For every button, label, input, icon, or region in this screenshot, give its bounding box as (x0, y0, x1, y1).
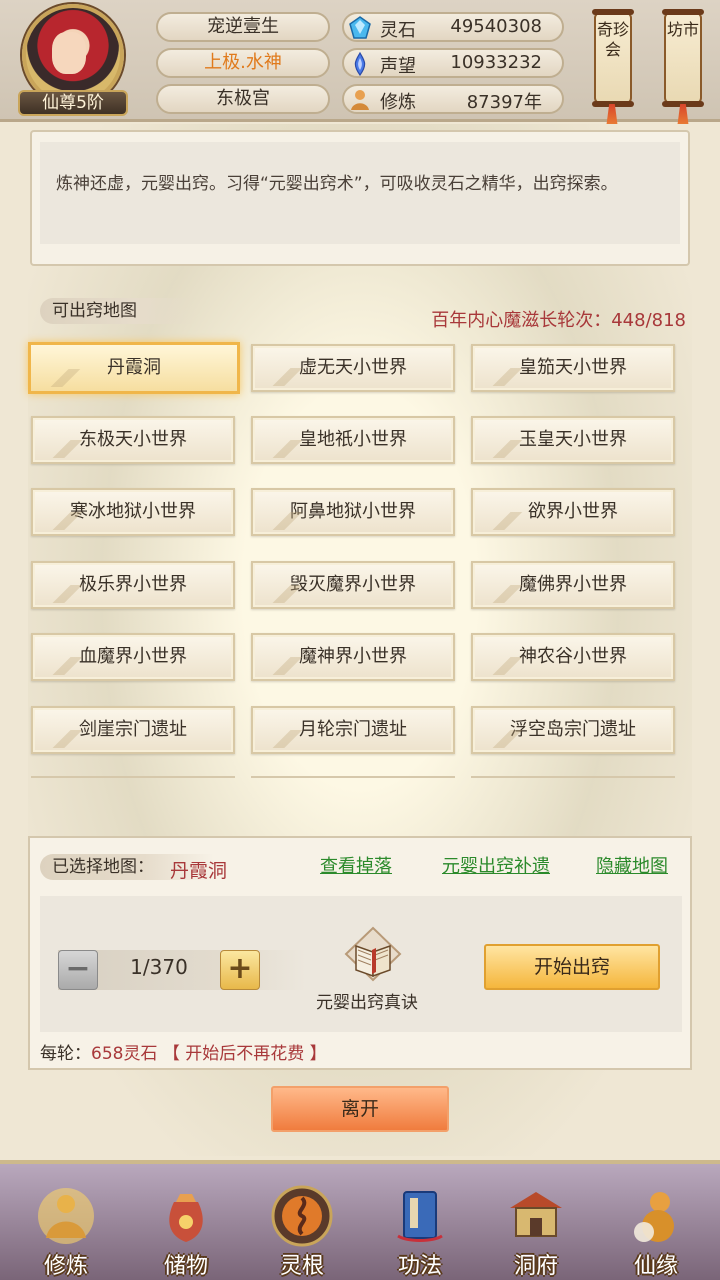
mountain-decoration (259, 440, 319, 458)
mountain-decoration (479, 368, 539, 386)
map-button[interactable]: 浮空岛宗门遗址 (471, 706, 675, 754)
mountain-decoration (39, 440, 99, 458)
increase-button[interactable]: + (220, 950, 260, 990)
stat-cultivation: 修炼 87397年 (342, 84, 564, 114)
storage-bag-icon (169, 1194, 203, 1242)
avatar-face (52, 32, 86, 74)
mountain-decoration (479, 730, 539, 748)
spirit-root-icon (271, 1185, 333, 1247)
nav-cave[interactable]: 洞府 (486, 1168, 586, 1279)
mountain-decoration (39, 585, 99, 603)
mountain-decoration (37, 369, 97, 387)
scripture-book-icon (397, 1191, 443, 1242)
mountain-decoration (259, 657, 319, 675)
nav-storage[interactable]: 储物 (136, 1168, 236, 1279)
description-text: 炼神还虚，元婴出窍。习得“元婴出窍术”，可吸收灵石之精华，出窍探索。 (40, 142, 680, 244)
quantity-value: 1/370 (130, 955, 188, 979)
nav-fortune[interactable]: 仙缘 (606, 1168, 706, 1279)
mountain-decoration (259, 730, 319, 748)
divider (31, 776, 235, 778)
top-bar: 仙尊5阶 宠逆壹生 上极.水神 东极宫 灵石 49540308 声望 10933… (0, 0, 720, 136)
nav-label: 功法 (397, 1254, 442, 1279)
map-button[interactable]: 皇笳天小世界 (471, 344, 675, 392)
stat-spirit-stone: 灵石 49540308 (342, 12, 564, 42)
map-button[interactable]: 皇地祇小世界 (251, 416, 455, 464)
map-button[interactable]: 魔神界小世界 (251, 633, 455, 681)
map-button[interactable]: 剑崖宗门遗址 (31, 706, 235, 754)
nav-techniques[interactable]: 功法 (370, 1168, 470, 1279)
spirit-stone-icon (349, 16, 371, 39)
hidden-maps-link[interactable]: 隐藏地图 (596, 852, 668, 878)
meditation-icon (38, 1188, 94, 1244)
stat-value: 10933232 (450, 52, 542, 73)
nav-label: 储物 (163, 1254, 208, 1279)
mountain-decoration (479, 440, 539, 458)
cultivation-icon (351, 90, 369, 110)
cost-amount: 658灵石 (91, 1044, 158, 1064)
mountain-decoration (259, 512, 319, 530)
cost-prefix: 每轮： (40, 1044, 91, 1064)
market-button[interactable]: 坊市 (662, 9, 704, 107)
map-button[interactable]: 东极天小世界 (31, 416, 235, 464)
divider (251, 776, 455, 778)
divider (471, 776, 675, 778)
gourd-icon (634, 1192, 674, 1242)
nav-spirit-root[interactable]: 灵根 (252, 1168, 352, 1279)
map-button[interactable]: 虚无天小世界 (251, 344, 455, 392)
book-icon[interactable] (342, 926, 404, 984)
map-button[interactable]: 阿鼻地狱小世界 (251, 488, 455, 536)
map-button[interactable]: 血魔界小世界 (31, 633, 235, 681)
map-button[interactable]: 寒冰地狱小世界 (31, 488, 235, 536)
map-button[interactable]: 魔佛界小世界 (471, 561, 675, 609)
leave-button[interactable]: 离开 (271, 1086, 449, 1132)
map-button[interactable]: 欲界小世界 (471, 488, 675, 536)
player-palace: 东极宫 (156, 84, 330, 114)
stat-prestige: 声望 10933232 (342, 48, 564, 78)
mountain-decoration (39, 730, 99, 748)
player-name: 宠逆壹生 (156, 12, 330, 42)
cave-mansion-icon (510, 1192, 562, 1237)
stat-label: 修炼 (380, 92, 416, 113)
mountain-decoration (479, 657, 539, 675)
description-box: 炼神还虚，元婴出窍。习得“元婴出窍术”，可吸收灵石之精华，出窍探索。 (30, 130, 690, 266)
nav-label: 洞府 (513, 1254, 558, 1279)
cost-line: 每轮：658灵石 【 开始后不再花费 】 (40, 1039, 327, 1064)
map-label: 丹霞洞 (107, 357, 161, 378)
item-label: 元婴出窍真诀 (316, 993, 418, 1013)
supplement-link[interactable]: 元婴出窍补遗 (442, 852, 550, 878)
mountain-decoration (479, 585, 539, 603)
rank-badge: 仙尊5阶 (18, 90, 128, 116)
map-button[interactable]: 月轮宗门遗址 (251, 706, 455, 754)
view-drops-link[interactable]: 查看掉落 (320, 852, 392, 878)
cost-note: 【 开始后不再花费 】 (162, 1044, 327, 1064)
map-button[interactable]: 玉皇天小世界 (471, 416, 675, 464)
nav-label: 修炼 (43, 1254, 88, 1279)
mountain-decoration (479, 512, 539, 530)
mountain-decoration (259, 585, 319, 603)
map-button[interactable]: 极乐界小世界 (31, 561, 235, 609)
nav-label: 灵根 (279, 1254, 324, 1279)
treasure-auction-button[interactable]: 奇珍会 (592, 9, 634, 107)
map-button[interactable]: 丹霞洞 (28, 342, 240, 394)
start-expedition-button[interactable]: 开始出窍 (484, 944, 660, 990)
player-avatar-area[interactable]: 仙尊5阶 (18, 4, 128, 116)
map-button[interactable]: 神农谷小世界 (471, 633, 675, 681)
stat-label: 声望 (380, 56, 416, 77)
prestige-icon (354, 52, 366, 76)
mountain-decoration (39, 512, 99, 530)
stat-value: 87397年 (466, 92, 542, 113)
mountain-decoration (259, 368, 319, 386)
nav-cultivation[interactable]: 修炼 (16, 1168, 116, 1279)
map-button[interactable]: 毁灭魔界小世界 (251, 561, 455, 609)
selected-map-value: 丹霞洞 (170, 860, 228, 882)
nav-label: 仙缘 (633, 1254, 678, 1279)
decrease-button[interactable]: − (58, 950, 98, 990)
map-label: 欲界小世界 (528, 501, 618, 522)
stat-label: 灵石 (380, 20, 416, 41)
demon-round-counter: 百年内心魔滋长轮次：448/818 (431, 310, 686, 331)
mountain-decoration (39, 657, 99, 675)
player-title: 上极.水神 (156, 48, 330, 78)
stat-value: 49540308 (450, 16, 542, 37)
maps-section-label: 可出窍地图 (40, 298, 197, 324)
